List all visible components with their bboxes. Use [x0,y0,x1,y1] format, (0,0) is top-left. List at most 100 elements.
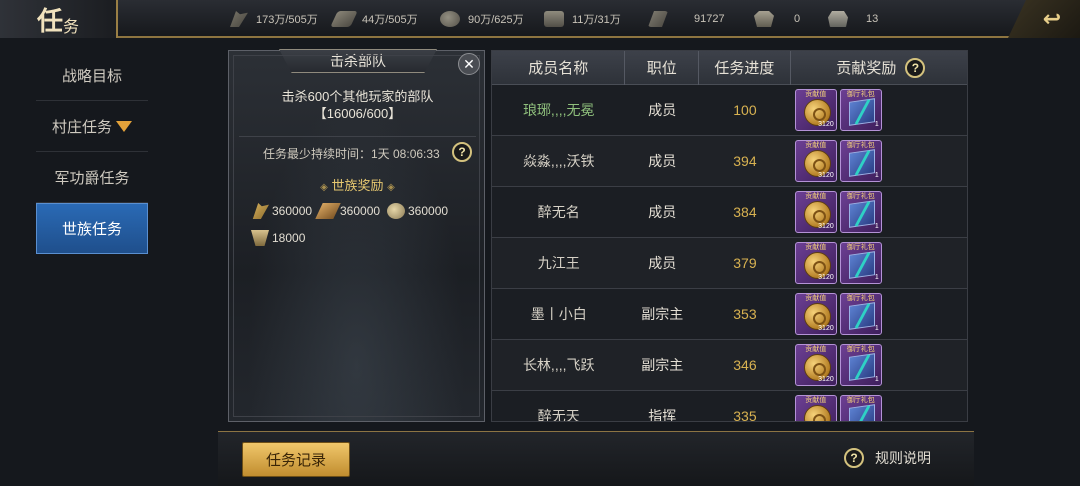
reward-count: 1 [874,376,879,383]
reward-count: 3120 [818,172,834,179]
mission-title: 击杀部队 [279,49,437,73]
gift-book-icon [848,149,875,177]
back-button[interactable]: ↩ [1008,0,1080,38]
member-name: 九江王 [537,255,580,271]
contribution-coin-reward[interactable]: 贡献值 3120 [794,344,837,386]
member-role: 副宗主 [641,357,684,373]
resource-value: 91727 [694,13,725,25]
gift-book-icon [848,98,875,126]
member-progress: 384 [733,204,757,220]
reward-count: 3120 [818,376,834,383]
sidebar-item-merit-tasks[interactable]: 军功爵任务 [36,152,148,203]
rules-help-icon: ? [844,448,864,468]
contribution-coin-reward[interactable]: 贡献值 3120 [794,140,837,182]
member-role: 成员 [648,102,677,118]
sidebar-item-label: 军功爵任务 [54,169,130,187]
column-header-reward: 贡献奖励 ? [791,57,967,78]
reward-count: 1 [874,325,879,332]
reward-help-icon[interactable]: ? [905,57,926,78]
close-icon: ✕ [463,55,475,72]
mission-description: 击杀600个其他玩家的部队 【16006/600】 [229,88,486,122]
page-title-main: 任 [36,6,63,37]
table-row[interactable]: 醉无名 成员 384 贡献值 3120 御厅礼包 1 [492,187,967,238]
page-title-sub: 务 [63,17,80,36]
member-role: 副宗主 [641,306,684,322]
gift-book-icon [848,302,875,330]
member-name: 醉无天 [537,408,580,422]
contribution-coin-reward[interactable]: 贡献值 3120 [794,191,837,233]
duration-help-icon[interactable]: ? [452,142,472,162]
iron-icon [544,11,564,27]
member-table: 成员名称 职位 任务进度 贡献奖励 ? 琅琊,,,,无冕 成员 100 贡献值 … [491,50,968,422]
contribution-coin-reward[interactable]: 贡献值 3120 [794,89,837,131]
close-button[interactable]: ✕ [458,53,480,75]
sidebar-item-label: 村庄任务 [51,118,112,136]
member-rewards: 贡献值 3120 御厅礼包 1 [791,293,967,335]
table-row[interactable]: 醉无天 指挥 335 贡献值 3120 御厅礼包 1 [492,391,967,422]
gift-pack-reward[interactable]: 御厅礼包 1 [839,242,882,284]
table-row[interactable]: 墨丨小白 副宗主 353 贡献值 3120 御厅礼包 1 [492,289,967,340]
table-row[interactable]: 琅琊,,,,无冕 成员 100 贡献值 3120 御厅礼包 1 [492,85,967,136]
iron-icon [251,230,269,246]
table-row[interactable]: 九江王 成员 379 贡献值 3120 御厅礼包 1 [492,238,967,289]
task-record-button[interactable]: 任务记录 [242,442,350,477]
member-name: 墨丨小白 [530,306,587,322]
gift-pack-reward[interactable]: 御厅礼包 1 [839,293,882,335]
rules-link[interactable]: ? 规则说明 [844,448,931,468]
wood-icon [315,203,341,219]
reward-count: 1 [874,274,879,281]
clan-reward-title: ◈ 世族奖励 ◈ [229,175,486,194]
member-progress: 335 [733,408,757,422]
member-progress: 346 [733,357,757,373]
bottom-bar: 任务记录 ? 规则说明 [218,431,974,486]
member-rewards: 贡献值 3120 御厅礼包 1 [791,242,967,284]
table-row[interactable]: 长林,,,,飞跃 副宗主 346 贡献值 3120 御厅礼包 1 [492,340,967,391]
sidebar-item-label: 世族任务 [61,221,122,238]
gift-pack-reward[interactable]: 御厅礼包 1 [839,89,882,131]
silver-ingot-icon [828,11,848,27]
ornament-icon: ◈ [320,182,328,193]
resource-order: 91727 [648,9,725,29]
mission-panel: 击杀部队 ✕ 击杀600个其他玩家的部队 【16006/600】 任务最少持续时… [228,49,486,422]
member-progress: 379 [733,255,757,271]
reward-label: 贡献值 [805,91,827,98]
reward-label: 贡献值 [805,346,827,353]
member-progress: 394 [733,153,757,169]
contribution-coin-reward[interactable]: 贡献值 3120 [794,395,837,421]
reward-count: 3120 [818,223,834,230]
gift-pack-reward[interactable]: 御厅礼包 1 [839,344,882,386]
gold-ingot-icon [754,11,774,27]
sidebar-item-village-tasks[interactable]: 村庄任务 [36,101,148,152]
contribution-coin-reward[interactable]: 贡献值 3120 [794,242,837,284]
clan-reward-wood: 360000 [315,203,380,219]
gift-pack-reward[interactable]: 御厅礼包 1 [839,395,882,421]
sidebar-item-label: 战略目标 [61,67,122,85]
gift-book-icon [848,353,875,381]
column-header-reward-label: 贡献奖励 [836,60,897,77]
reward-value: 360000 [408,204,449,218]
reward-value: 360000 [272,204,313,218]
gift-book-icon [848,404,875,421]
reward-count: 1 [874,121,879,128]
contribution-coin-reward[interactable]: 贡献值 3120 [794,293,837,335]
member-name: 醉无名 [537,204,580,220]
clan-reward-stone: 360000 [387,203,448,219]
table-row[interactable]: 焱淼,,,,沃铁 成员 394 贡献值 3120 御厅礼包 1 [492,136,967,187]
clan-reward-label: 世族奖励 [331,178,384,193]
sidebar: 战略目标 村庄任务 军功爵任务 世族任务 [36,50,148,254]
reward-count: 1 [874,223,879,230]
gift-pack-reward[interactable]: 御厅礼包 1 [839,191,882,233]
sidebar-item-clan-tasks[interactable]: 世族任务 [36,203,148,254]
grain-icon [230,11,248,27]
member-name: 琅琊,,,,无冕 [522,102,595,118]
resource-value: 44万/505万 [362,14,418,26]
gift-pack-reward[interactable]: 御厅礼包 1 [839,140,882,182]
member-role: 指挥 [648,408,677,422]
wood-icon [330,11,358,27]
mission-progress: 【16006/600】 [313,106,402,121]
reward-label: 贡献值 [805,193,827,200]
table-body[interactable]: 琅琊,,,,无冕 成员 100 贡献值 3120 御厅礼包 1 焱淼,,,,沃铁… [492,85,967,422]
resource-wood: 44万/505万 [330,9,418,29]
sidebar-item-strategic-goals[interactable]: 战略目标 [36,50,148,101]
reward-count: 1 [874,172,879,179]
